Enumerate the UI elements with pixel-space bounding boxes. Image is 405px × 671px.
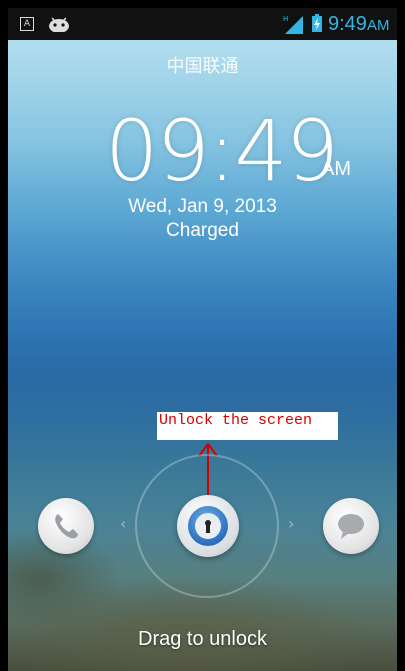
chevron-left-icon: ‹ — [120, 514, 127, 533]
status-ampm: AM — [366, 17, 390, 34]
phone-target[interactable] — [38, 498, 94, 554]
lockscreen-date: Wed, Jan 9, 2013 — [128, 196, 277, 217]
status-time: 9:49 — [328, 13, 367, 35]
status-clock: 9:49AM — [328, 13, 389, 37]
lockscreen: A H 9:49AM 中国联通 09:49 AM Wed, Jan 9, 201… — [8, 8, 397, 671]
battery-charging-icon — [312, 14, 322, 32]
lockscreen-clock: 09:49 — [105, 102, 339, 200]
signal-h-icon: H — [283, 15, 303, 34]
message-icon — [338, 514, 364, 539]
status-bar: A H 9:49AM — [8, 8, 397, 40]
unlock-handle-icon — [188, 506, 228, 546]
lockscreen-clock-ampm: AM — [321, 158, 351, 180]
battery-status: Charged — [166, 220, 239, 241]
message-target[interactable] — [323, 498, 379, 554]
carrier-name: 中国联通 — [166, 56, 239, 77]
annotation-label: Unlock the screen — [157, 412, 338, 440]
chevron-right-icon: › — [288, 514, 295, 533]
svg-text:H: H — [283, 15, 288, 23]
phone-icon — [55, 514, 78, 539]
drag-to-unlock-hint: Drag to unlock — [138, 628, 267, 650]
keyboard-a-icon: A — [20, 17, 34, 31]
unlock-handle[interactable] — [177, 495, 239, 557]
android-icon — [49, 17, 69, 32]
